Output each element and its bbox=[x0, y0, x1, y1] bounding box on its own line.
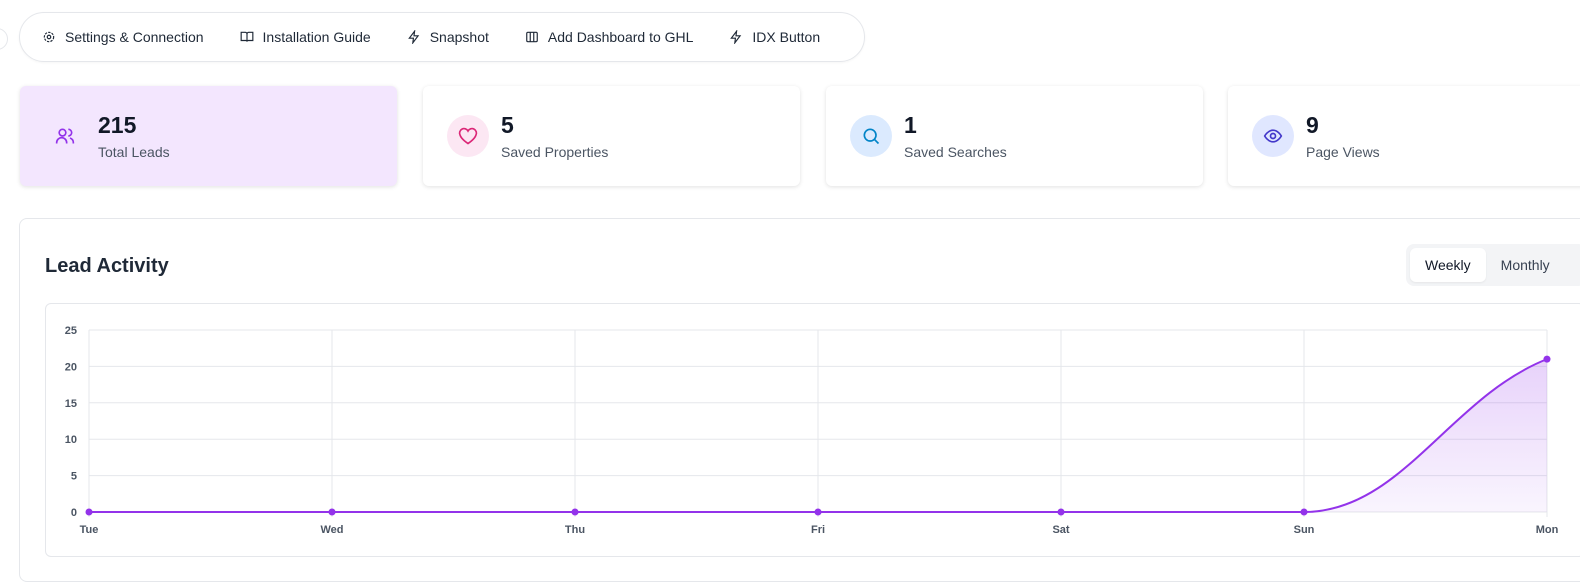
data-point bbox=[85, 508, 93, 516]
x-tick-label: Mon bbox=[1536, 524, 1559, 536]
data-point bbox=[1300, 508, 1308, 516]
data-point bbox=[1057, 508, 1065, 516]
y-tick-label: 20 bbox=[65, 361, 77, 373]
data-point bbox=[571, 508, 579, 516]
x-tick-label: Sat bbox=[1052, 524, 1069, 536]
x-tick-label: Tue bbox=[80, 524, 99, 536]
y-tick-label: 0 bbox=[71, 507, 77, 519]
y-tick-label: 15 bbox=[65, 398, 77, 410]
data-point bbox=[1543, 355, 1551, 363]
y-tick-label: 5 bbox=[71, 471, 77, 483]
y-tick-label: 10 bbox=[65, 434, 77, 446]
data-point bbox=[814, 508, 822, 516]
x-tick-label: Sun bbox=[1294, 524, 1315, 536]
x-tick-label: Thu bbox=[565, 524, 585, 536]
data-point bbox=[328, 508, 336, 516]
x-tick-label: Wed bbox=[320, 524, 343, 536]
lead-activity-chart: 0 5 10 15 20 25 Tue Wed Thu Fri Sat Sun Mon bbox=[65, 325, 1559, 536]
x-tick-label: Fri bbox=[811, 524, 825, 536]
y-tick-label: 25 bbox=[65, 325, 77, 337]
